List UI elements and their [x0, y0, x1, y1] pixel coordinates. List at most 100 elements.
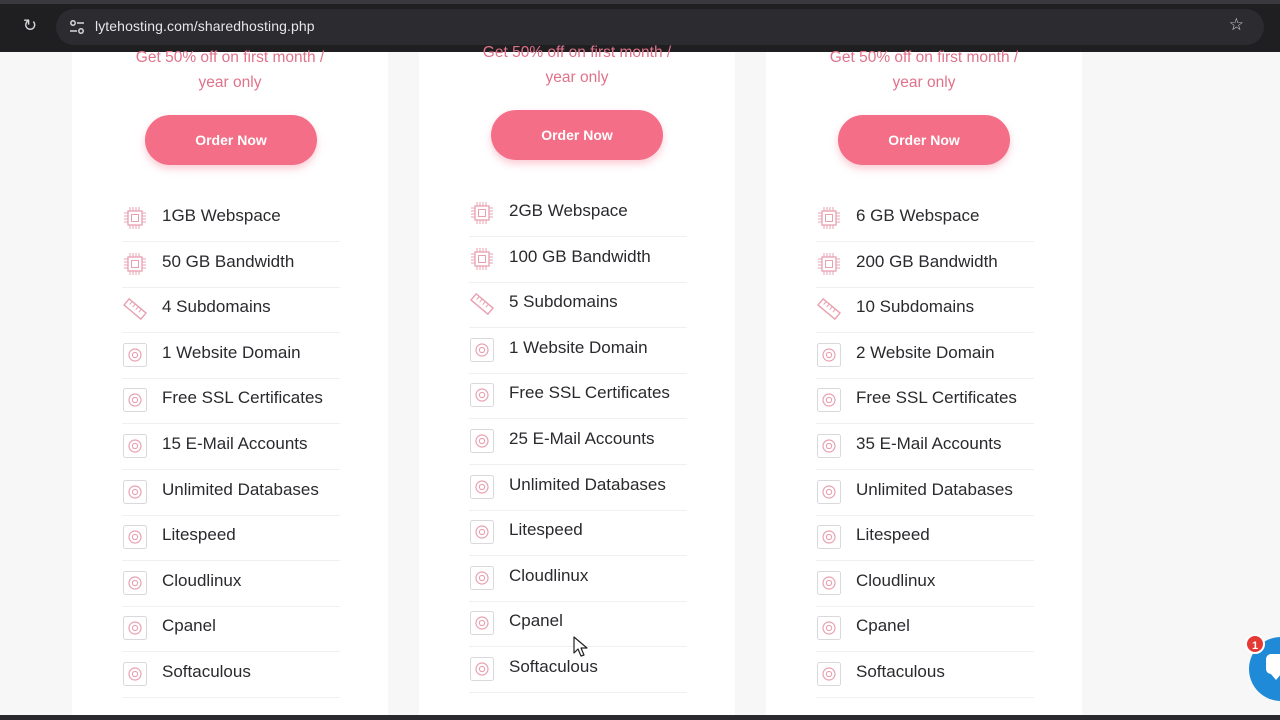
feature-item: Cloudlinux — [816, 562, 1034, 607]
target-icon — [123, 434, 147, 458]
target-icon — [123, 479, 147, 504]
feature-label: Cpanel — [856, 616, 910, 636]
promo-line: Get 50% off on first month / — [135, 49, 325, 66]
feature-item: Softaculous — [816, 653, 1034, 698]
target-icon — [817, 570, 841, 595]
plan-card: Get 50% off on first month / year only O… — [419, 44, 735, 720]
target-icon — [817, 434, 841, 458]
order-now-button[interactable]: Order Now — [145, 115, 317, 165]
feature-item: 25 E-Mail Accounts — [469, 420, 687, 465]
feature-label: 2GB Webspace — [509, 201, 628, 220]
feature-label: 1 Website Domain — [509, 337, 648, 357]
target-icon — [817, 388, 841, 413]
bottom-edge — [0, 715, 1280, 720]
feature-label: Litespeed — [856, 525, 930, 545]
order-now-button[interactable]: Order Now — [491, 110, 663, 160]
target-icon — [470, 611, 494, 636]
feature-label: Litespeed — [509, 520, 583, 540]
order-now-button[interactable]: Order Now — [838, 115, 1010, 165]
feature-label: 1 Website Domain — [162, 342, 301, 362]
promo-line: year only — [892, 74, 956, 91]
feature-label: Unlimited Databases — [162, 479, 319, 499]
feature-label: 5 Subdomains — [509, 292, 618, 312]
feature-label: 1GB Webspace — [162, 206, 281, 225]
target-icon — [470, 520, 494, 545]
promo-line: year only — [198, 74, 262, 91]
feature-label: Free SSL Certificates — [856, 388, 1017, 408]
feature-item: Litespeed — [122, 516, 340, 562]
plan-card: Get 50% off on first month / year only O… — [72, 49, 388, 720]
promo-text: Get 50% off on first month / year only — [766, 45, 1082, 95]
target-icon — [817, 342, 841, 367]
feature-label: 200 GB Bandwidth — [856, 251, 998, 271]
feature-label: 6 GB Webspace — [856, 206, 980, 225]
site-settings-icon[interactable] — [68, 18, 86, 36]
feature-item: 2 Website Domain — [816, 334, 1034, 379]
chat-bubble-icon — [1266, 654, 1280, 680]
feature-label: Cpanel — [509, 611, 563, 631]
plan-card: Get 50% off on first month / year only O… — [766, 49, 1082, 720]
feature-item: 10 Subdomains — [816, 288, 1034, 334]
feature-item: 50 GB Bandwidth — [122, 243, 340, 288]
feature-item: Softaculous — [122, 653, 340, 698]
feature-item: 1GB Webspace — [122, 197, 340, 242]
promo-line: year only — [545, 69, 609, 86]
feature-item: 15 E-Mail Accounts — [122, 425, 340, 470]
feature-item: Free SSL Certificates — [469, 374, 687, 420]
target-icon — [817, 662, 841, 686]
feature-label: Cpanel — [162, 616, 216, 636]
bookmark-star-icon[interactable]: ☆ — [1229, 15, 1244, 35]
feature-item: Cloudlinux — [122, 562, 340, 607]
chip-icon — [818, 252, 840, 275]
feature-label: Litespeed — [162, 525, 236, 545]
mouse-cursor-icon — [573, 636, 588, 657]
target-icon — [470, 429, 494, 453]
feature-label: Free SSL Certificates — [509, 383, 670, 403]
feature-label: Free SSL Certificates — [162, 388, 323, 408]
feature-label: 25 E-Mail Accounts — [509, 429, 655, 448]
feature-item: Litespeed — [469, 511, 687, 557]
feature-item: 2GB Webspace — [469, 192, 687, 237]
target-icon — [123, 525, 147, 550]
feature-item: 5 Subdomains — [469, 283, 687, 329]
feature-label: Cloudlinux — [856, 570, 936, 590]
feature-label: Unlimited Databases — [856, 479, 1013, 499]
feature-item: 6 GB Webspace — [816, 197, 1034, 242]
feature-label: Softaculous — [856, 662, 945, 681]
feature-label: Softaculous — [509, 657, 598, 676]
feature-label: Cloudlinux — [162, 570, 242, 590]
chip-icon — [471, 202, 493, 224]
promo-text: Get 50% off on first month / year only — [72, 45, 388, 95]
promo-line: Get 50% off on first month / — [482, 44, 672, 61]
target-icon — [123, 342, 147, 367]
ruler-icon — [123, 298, 147, 321]
feature-item: Unlimited Databases — [816, 471, 1034, 516]
target-icon — [817, 525, 841, 550]
feature-item: 35 E-Mail Accounts — [816, 425, 1034, 470]
reload-icon[interactable]: ↻ — [18, 14, 42, 38]
feature-label: Softaculous — [162, 662, 251, 681]
target-icon — [470, 337, 494, 362]
feature-item: Cpanel — [816, 607, 1034, 653]
url-text[interactable]: lytehosting.com/sharedhosting.php — [95, 18, 315, 34]
target-icon — [817, 479, 841, 504]
notification-badge: 1 — [1245, 634, 1265, 654]
target-icon — [123, 616, 147, 641]
feature-item: 1 Website Domain — [469, 329, 687, 374]
target-icon — [123, 388, 147, 413]
feature-item: 200 GB Bandwidth — [816, 243, 1034, 288]
feature-item: Free SSL Certificates — [816, 379, 1034, 425]
feature-label: 35 E-Mail Accounts — [856, 434, 1002, 453]
feature-item: Cpanel — [122, 607, 340, 653]
feature-item: Unlimited Databases — [122, 471, 340, 516]
feature-label: 4 Subdomains — [162, 297, 271, 317]
feature-label: 10 Subdomains — [856, 297, 975, 317]
feature-item: 4 Subdomains — [122, 288, 340, 334]
feature-label: Cloudlinux — [509, 565, 589, 585]
feature-item: Unlimited Databases — [469, 466, 687, 511]
target-icon — [470, 657, 494, 681]
promo-text: Get 50% off on first month / year only — [419, 40, 735, 90]
feature-label: 2 Website Domain — [856, 342, 995, 362]
target-icon — [817, 616, 841, 641]
feature-item: Cloudlinux — [469, 557, 687, 602]
